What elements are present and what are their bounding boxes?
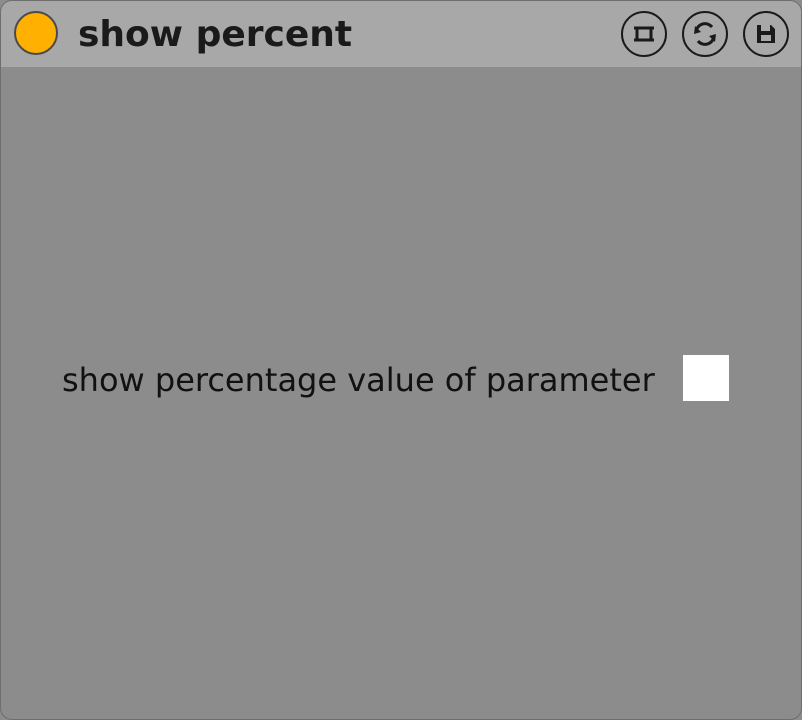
save-button[interactable] bbox=[743, 11, 789, 57]
device-title: show percent bbox=[78, 14, 353, 55]
save-icon bbox=[757, 25, 775, 43]
device-window: show percent show percentage value of pa… bbox=[0, 0, 802, 720]
title-bar: show percent bbox=[1, 1, 801, 67]
pin-button[interactable] bbox=[621, 11, 667, 57]
pin-icon bbox=[634, 26, 654, 42]
swap-icon bbox=[694, 22, 716, 46]
show-percentage-checkbox[interactable] bbox=[683, 355, 729, 401]
power-toggle[interactable] bbox=[14, 11, 58, 55]
device-body: show percentage value of parameter bbox=[1, 67, 801, 719]
swap-button[interactable] bbox=[682, 11, 728, 57]
show-percentage-label: show percentage value of parameter bbox=[62, 361, 655, 399]
